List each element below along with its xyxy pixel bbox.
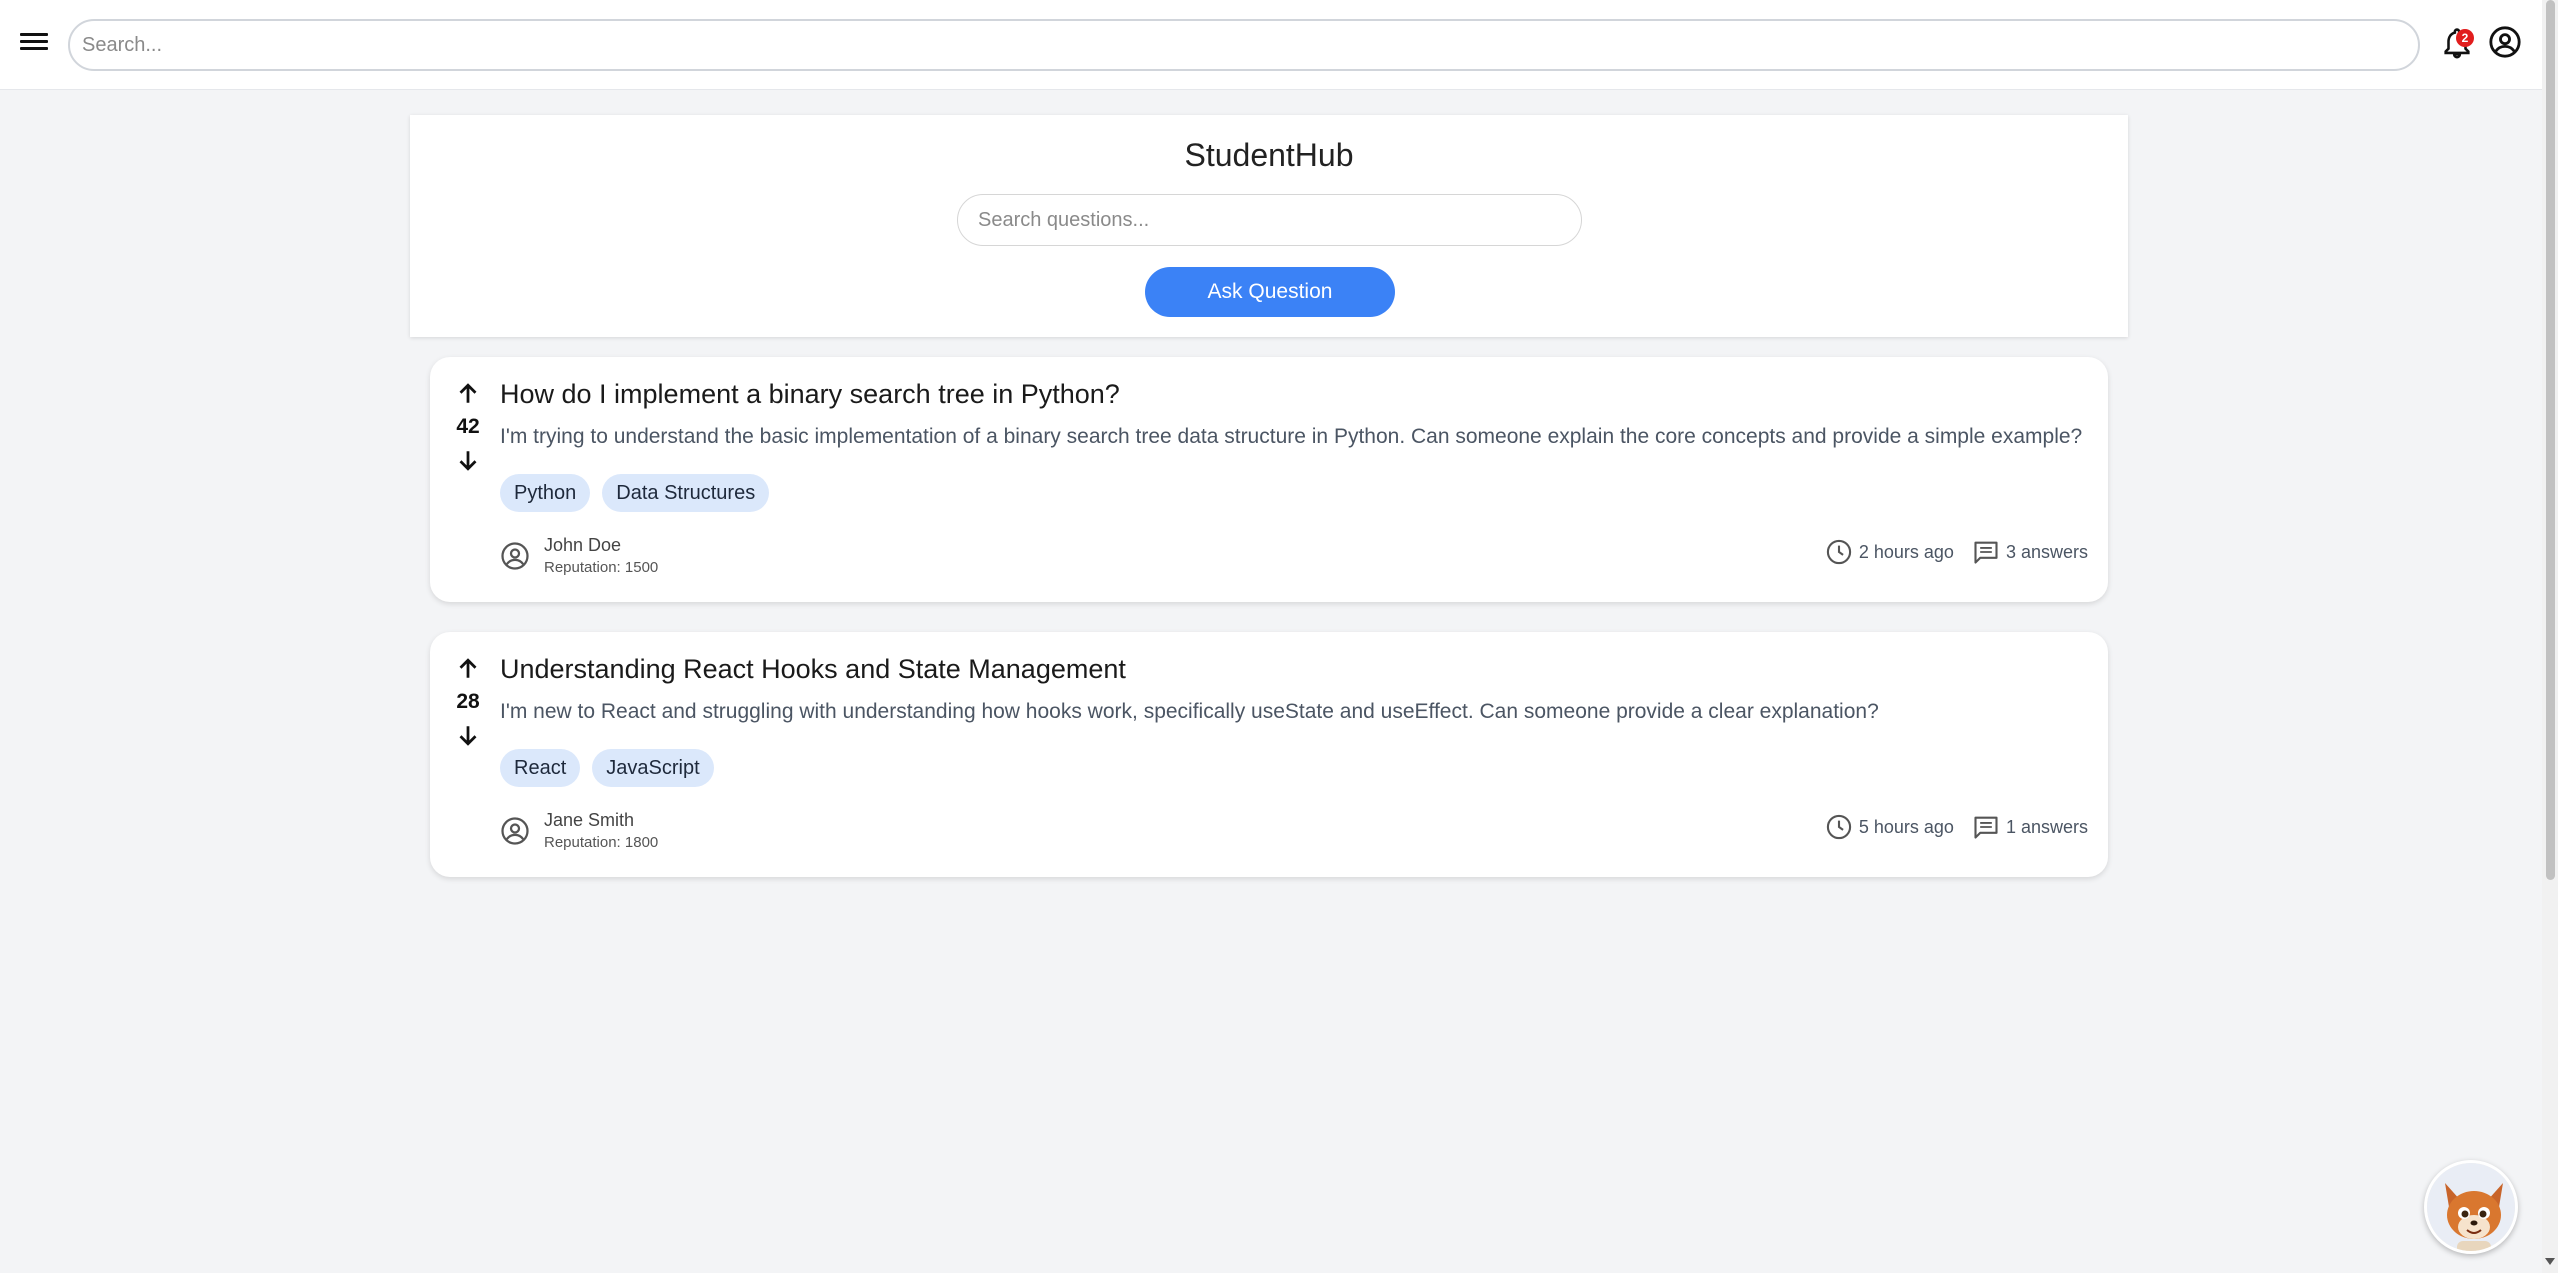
tag-python[interactable]: Python [500, 474, 591, 512]
user-avatar-icon [501, 542, 529, 570]
question-meta: 2 hours ago 3 answers [1825, 538, 2088, 566]
comment-icon [1974, 541, 1998, 564]
vote-count: 28 [456, 690, 480, 713]
menu-icon[interactable] [20, 29, 48, 55]
upvote-icon[interactable] [450, 654, 486, 684]
author-reputation: Reputation: 1800 [544, 834, 659, 851]
author-name[interactable]: John Doe [544, 533, 658, 557]
question-title[interactable]: How do I implement a binary search tree … [500, 379, 1120, 410]
question-excerpt: I'm new to React and struggling with und… [500, 700, 1879, 723]
author-info: Jane Smith Reputation: 1800 [500, 808, 658, 854]
vote-control: 42 [450, 379, 486, 475]
question-excerpt: I'm trying to understand the basic imple… [500, 425, 2083, 448]
notification-badge: 2 [2456, 29, 2474, 47]
tag-javascript[interactable]: JavaScript [592, 749, 714, 787]
ask-question-button[interactable]: Ask Question [1145, 267, 1395, 317]
scroll-down-arrow[interactable] [2545, 1258, 2555, 1265]
question-meta: 5 hours ago 1 answers [1825, 813, 2088, 841]
scrollbar-thumb[interactable] [2546, 0, 2555, 880]
author-info: John Doe Reputation: 1500 [500, 533, 658, 579]
tag-react[interactable]: React [500, 749, 581, 787]
answer-count[interactable]: 1 answers [2006, 817, 2088, 838]
posted-time: 5 hours ago [1858, 816, 1954, 837]
author-name[interactable]: Jane Smith [544, 808, 658, 832]
question-search-input[interactable] [957, 194, 1582, 246]
downvote-icon[interactable] [450, 720, 486, 750]
vote-control: 28 [450, 654, 486, 750]
question-title[interactable]: Understanding React Hooks and State Mana… [500, 654, 1126, 685]
downvote-icon[interactable] [450, 445, 486, 475]
top-bar: 2 [0, 0, 2542, 90]
question-card: 28 Understanding React Hooks and State M… [430, 632, 2108, 877]
clock-icon [1826, 539, 1852, 565]
hub-header-card: StudentHub Ask Question [410, 115, 2128, 337]
vote-count: 42 [456, 415, 480, 438]
upvote-icon[interactable] [450, 379, 486, 409]
author-reputation: Reputation: 1500 [544, 559, 659, 576]
clock-icon [1826, 814, 1852, 840]
account-icon[interactable] [2488, 25, 2522, 59]
user-avatar-icon [501, 817, 529, 845]
page-title: StudentHub [1184, 137, 1354, 173]
comment-icon [1974, 816, 1998, 839]
global-search-input[interactable] [68, 19, 2420, 71]
tag-list: React JavaScript [500, 749, 714, 787]
tag-list: Python Data Structures [500, 474, 770, 512]
posted-time: 2 hours ago [1858, 541, 1954, 562]
answer-count[interactable]: 3 answers [2006, 542, 2088, 563]
fox-mascot-icon [2427, 1163, 2515, 1251]
assistant-chat-button[interactable] [2424, 1160, 2518, 1254]
question-card: 42 How do I implement a binary search tr… [430, 357, 2108, 602]
tag-data-structures[interactable]: Data Structures [602, 474, 770, 512]
